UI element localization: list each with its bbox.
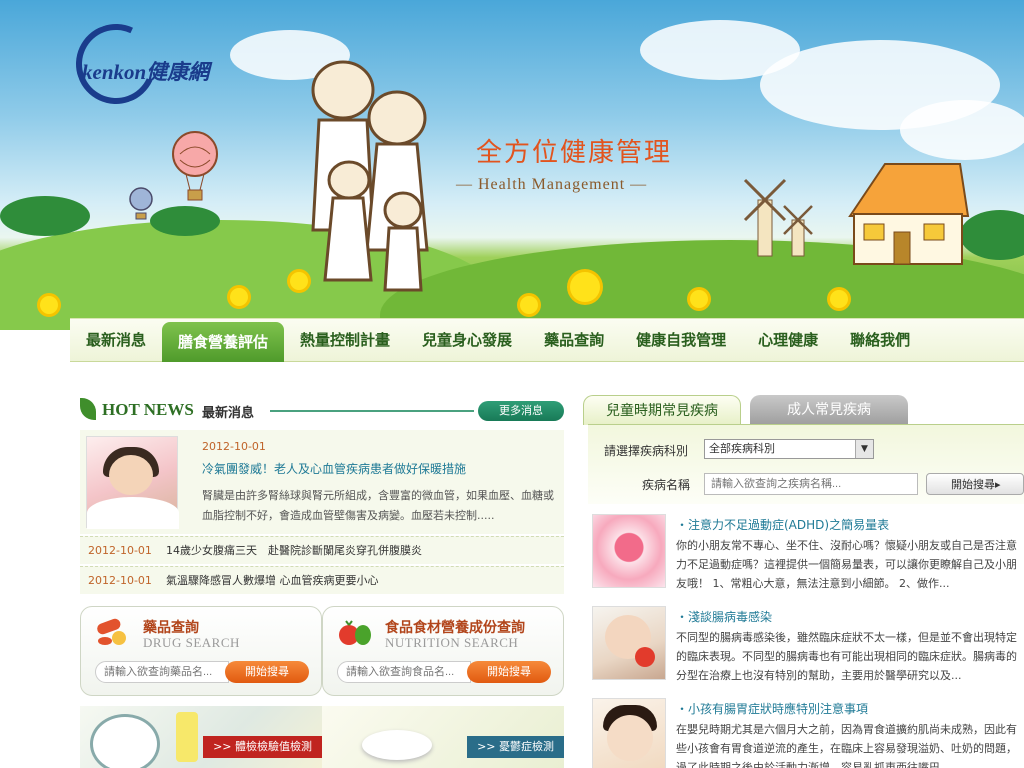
featured-news-title-link[interactable]: 冷氣團發威！老人及心血管疾病患者做好保暖措施 [202, 460, 466, 477]
health-check-promo-label[interactable]: >> 體檢檢驗值檢測 [203, 736, 322, 758]
hot-air-balloon-icon [129, 187, 153, 220]
news-date: 2012-10-01 [88, 574, 152, 587]
drug-search-subtitle: DRUG SEARCH [143, 635, 240, 650]
flower [40, 296, 58, 314]
hot-air-balloon-icon [172, 131, 218, 201]
nav-item-diet-nutrition[interactable]: 膳食營養評估 [162, 322, 285, 362]
house-icon [848, 163, 970, 265]
tab-child-diseases[interactable]: 兒童時期常見疾病 [583, 395, 741, 425]
child-face [607, 715, 653, 761]
featured-news-summary: 腎臟是由許多腎絲球與腎元所組成，含豐富的微血管，如果血壓、血糖或血脂控制不好，會… [202, 489, 554, 522]
article-image[interactable] [592, 606, 666, 680]
news-date: 2012-10-01 [88, 544, 152, 557]
nutrition-search-subtitle: NUTRITION SEARCH [385, 635, 519, 650]
disease-search-panel: 請選擇疾病科別 全部疾病科別 ▼ 疾病名稱 開始搜尋▸ [588, 424, 1024, 504]
featured-news-date: 2012-10-01 [202, 440, 266, 453]
featured-news-image[interactable] [86, 436, 179, 529]
vegetable-icon [339, 620, 371, 645]
article-summary: 在嬰兒時期尤其是六個月大之前，因為胃食道擴約肌尚未成熟，因此有些小孩會有胃食道逆… [676, 723, 1017, 768]
news-list-item[interactable]: 2012-10-01 氣溫驟降感冒人數爆增 心血管疾病更要小心 [80, 566, 564, 594]
nav-item-self-health[interactable]: 健康自我管理 [620, 318, 742, 362]
depression-test-promo-label[interactable]: >> 憂鬱症檢測 [467, 736, 564, 758]
pill-icon [97, 618, 126, 645]
drink-icon [176, 712, 198, 762]
page: kenkon健康網 全方位健康管理 — Health Management — … [0, 0, 1024, 768]
cloud [900, 100, 1024, 160]
hot-news-header: HOT NEWS 最新消息 更多消息 [80, 398, 564, 424]
article-item: ・淺談腸病毒感染 不同型的腸病毒感染後，雖然臨床症狀不太一樣，但是並不會出現特定… [588, 602, 1024, 686]
drug-search-box: 藥品查詢 DRUG SEARCH 開始搜尋 [80, 606, 322, 696]
flower [830, 290, 848, 308]
disease-name-label: 疾病名稱 [642, 478, 691, 492]
drug-search-input[interactable] [95, 661, 229, 683]
leaf-icon [80, 398, 96, 420]
article-summary: 你的小朋友常不專心、坐不住、沒耐心嗎？懷疑小朋友或自己是否注意力不足過動症嗎？這… [676, 539, 1017, 590]
sprout-icon [362, 730, 432, 760]
health-check-promo[interactable]: >> 體檢檢驗值檢測 [80, 706, 322, 768]
nutrition-search-button[interactable]: 開始搜尋 [467, 661, 551, 683]
article-title-link[interactable]: ・注意力不足過動症(ADHD)之簡易量表 [676, 516, 889, 533]
pillow [87, 497, 179, 529]
nutrition-search-input[interactable] [337, 661, 471, 683]
department-select-value: 全部疾病科別 [709, 442, 775, 455]
drug-search-title: 藥品查詢 [143, 620, 199, 636]
tree [0, 196, 90, 236]
header-banner: kenkon健康網 全方位健康管理 — Health Management — [0, 0, 1024, 330]
hot-news-subtitle: 最新消息 [202, 406, 255, 421]
featured-news: 2012-10-01 冷氣團發威！老人及心血管疾病患者做好保暖措施 腎臟是由許多… [80, 430, 564, 534]
nav-item-latest-news[interactable]: 最新消息 [70, 318, 162, 362]
windmill-icon [743, 178, 813, 257]
logo-text: kenkon健康網 [82, 60, 210, 84]
main-nav: 最新消息 膳食營養評估 熱量控制計畫 兒童身心發展 藥品查詢 健康自我管理 心理… [70, 318, 1024, 362]
news-list-item[interactable]: 2012-10-01 14歲少女腹痛三天 赴醫院診斷闌尾炎穿孔併腹膜炎 [80, 536, 564, 564]
tab-adult-diseases[interactable]: 成人常見疾病 [750, 395, 908, 425]
department-label: 請選擇疾病科別 [604, 444, 689, 458]
article-title-link[interactable]: ・小孩有腸胃症狀時應特別注意事項 [676, 700, 868, 717]
depression-test-promo[interactable]: >> 憂鬱症檢測 [322, 706, 564, 768]
article-image[interactable] [592, 514, 666, 588]
flower [520, 296, 538, 314]
nutrition-search-box: 食品食材營養成份查詢 NUTRITION SEARCH 開始搜尋 [322, 606, 564, 696]
nav-item-contact[interactable]: 聯絡我們 [834, 318, 926, 362]
news-title-link[interactable]: 14歲少女腹痛三天 赴醫院診斷闌尾炎穿孔併腹膜炎 [166, 537, 422, 565]
apple-icon [635, 647, 655, 667]
nav-item-drug-search[interactable]: 藥品查詢 [528, 318, 620, 362]
nav-item-calorie-plan[interactable]: 熱量控制計畫 [284, 318, 406, 362]
drug-search-button[interactable]: 開始搜尋 [225, 661, 309, 683]
article-item: ・注意力不足過動症(ADHD)之簡易量表 你的小朋友常不專心、坐不住、沒耐心嗎？… [588, 510, 1024, 594]
article-image[interactable] [592, 698, 666, 768]
chevron-down-icon: ▼ [855, 440, 873, 458]
article-item: ・小孩有腸胃症狀時應特別注意事項 在嬰兒時期尤其是六個月大之前，因為胃食道擴約肌… [588, 694, 1024, 768]
more-news-button[interactable]: 更多消息 [478, 401, 564, 421]
face [109, 455, 153, 495]
disease-name-input[interactable] [704, 473, 918, 495]
slogan-chinese: 全方位健康管理 [476, 138, 673, 168]
flower [690, 290, 708, 308]
divider [270, 410, 474, 412]
article-summary: 不同型的腸病毒感染後，雖然臨床症狀不太一樣，但是並不會出現特定的臨床表現。不同型… [676, 631, 1017, 682]
news-title-link[interactable]: 氣溫驟降感冒人數爆增 心血管疾病更要小心 [166, 567, 379, 595]
flower [570, 272, 600, 302]
department-select[interactable]: 全部疾病科別 ▼ [704, 439, 874, 459]
nutrition-search-title: 食品食材營養成份查詢 [385, 620, 525, 636]
article-title-link[interactable]: ・淺談腸病毒感染 [676, 608, 772, 625]
disease-search-button[interactable]: 開始搜尋▸ [926, 473, 1024, 495]
nav-item-child-development[interactable]: 兒童身心發展 [406, 318, 528, 362]
scale-icon [90, 714, 160, 768]
nav-item-mental-health[interactable]: 心理健康 [742, 318, 834, 362]
slogan-english: — Health Management — [456, 176, 648, 193]
tree [150, 206, 220, 236]
hot-news-title: HOT NEWS [102, 400, 194, 419]
flower [230, 288, 248, 306]
family-illustration [311, 60, 429, 292]
site-logo[interactable]: kenkon健康網 [64, 12, 236, 116]
